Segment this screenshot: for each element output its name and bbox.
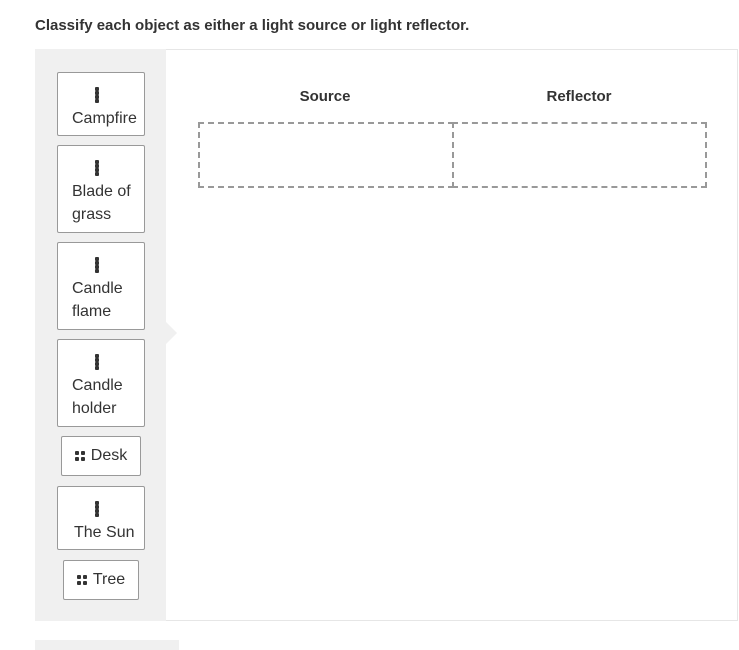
draggable-item-campfire[interactable]: Campfire — [57, 72, 145, 136]
question-prompt: Classify each object as either a light s… — [35, 17, 470, 34]
drag-handle-icon — [95, 87, 105, 103]
draggable-item-desk[interactable]: Desk — [61, 436, 141, 476]
drop-zone-source[interactable] — [198, 122, 454, 188]
drag-handle-icon — [95, 257, 105, 273]
check-answer-button[interactable] — [35, 640, 179, 650]
drag-handle-icon — [76, 575, 87, 585]
draggable-item-blade-of-grass[interactable]: Blade of grass — [57, 145, 145, 233]
item-label: Candle holder — [72, 377, 123, 417]
category-header-reflector: Reflector — [546, 88, 612, 105]
category-header-source: Source — [299, 88, 351, 105]
item-label: The Sun — [74, 524, 135, 541]
draggable-item-candle-holder[interactable]: Candle holder — [57, 339, 145, 427]
item-label: Tree — [92, 571, 126, 588]
drag-handle-icon — [95, 354, 105, 370]
draggable-item-candle-flame[interactable]: Candle flame — [57, 242, 145, 330]
drop-zone-reflector[interactable] — [452, 122, 707, 188]
item-label: Desk — [90, 447, 128, 464]
item-label: Campfire — [72, 110, 137, 127]
bank-pointer — [166, 322, 177, 344]
drag-handle-icon — [74, 451, 85, 461]
drag-handle-icon — [95, 501, 105, 517]
item-label: Candle flame — [72, 280, 123, 320]
draggable-item-the-sun[interactable]: The Sun — [57, 486, 145, 550]
draggable-item-tree[interactable]: Tree — [63, 560, 139, 600]
item-label: Blade of grass — [72, 183, 131, 223]
drag-handle-icon — [95, 160, 105, 176]
